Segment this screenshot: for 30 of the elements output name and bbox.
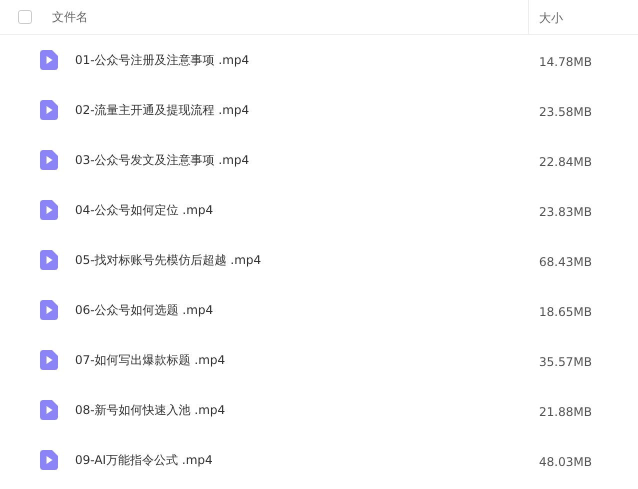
file-size: 22.84MB	[539, 154, 592, 168]
file-size: 48.03MB	[539, 454, 592, 468]
video-file-icon	[40, 250, 58, 270]
column-header: 文件名	[52, 8, 88, 26]
file-size: 18.65MB	[539, 304, 592, 318]
file-name[interactable]: 02-流量主开通及提现流程 .mp4	[75, 102, 250, 118]
file-name[interactable]: 03-公众号发文及注意事项 .mp4	[75, 152, 250, 168]
file-name[interactable]: 06-公众号如何选题 .mp4	[75, 302, 214, 318]
video-file-icon	[40, 350, 58, 370]
select-all-checkbox[interactable]	[18, 10, 32, 24]
video-file-icon	[40, 400, 58, 420]
file-name[interactable]: 07-如何写出爆款标题 .mp4	[75, 352, 226, 368]
file-size: 68.43MB	[539, 254, 592, 268]
file-size: 21.88MB	[539, 404, 592, 418]
video-file-icon	[40, 300, 58, 320]
column-header: 大小	[539, 11, 563, 25]
video-file-icon	[40, 100, 58, 120]
file-name[interactable]: 01-公众号注册及注意事项 .mp4	[75, 52, 250, 68]
file-name[interactable]: 05-找对标账号先模仿后超越 .mp4	[75, 252, 262, 268]
file-name[interactable]: 04-公众号如何定位 .mp4	[75, 202, 214, 218]
video-file-icon	[40, 50, 58, 70]
file-name[interactable]: 08-新号如何快速入池 .mp4	[75, 402, 226, 418]
file-name[interactable]: 09-AI万能指令公式 .mp4	[75, 452, 213, 468]
video-file-icon	[40, 200, 58, 220]
file-size: 23.83MB	[539, 204, 592, 218]
video-file-icon	[40, 450, 58, 470]
file-size: 23.58MB	[539, 104, 592, 118]
file-size: 35.57MB	[539, 354, 592, 368]
file-size: 14.78MB	[539, 54, 592, 68]
video-file-icon	[40, 150, 58, 170]
